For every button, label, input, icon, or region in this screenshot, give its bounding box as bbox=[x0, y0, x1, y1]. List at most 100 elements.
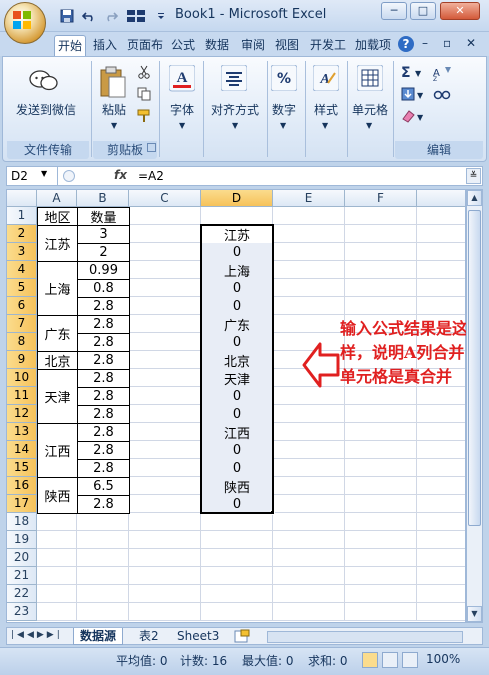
tab-page-layout[interactable]: 页面布 bbox=[124, 35, 166, 56]
paste-dropdown-icon[interactable]: ▼ bbox=[111, 121, 117, 130]
scroll-down-icon[interactable]: ▼ bbox=[467, 606, 482, 622]
undo-icon[interactable] bbox=[80, 7, 98, 25]
row-header-19[interactable]: 19 bbox=[7, 531, 37, 549]
insert-sheet-icon[interactable] bbox=[233, 629, 251, 647]
formula-expand-circle-icon[interactable] bbox=[63, 170, 75, 182]
column-header-b[interactable]: B bbox=[77, 190, 129, 207]
tab-developer[interactable]: 开发工 bbox=[307, 35, 349, 56]
ribbon-restore-button[interactable]: ▫ bbox=[443, 36, 451, 50]
cell-b7[interactable]: 2.8 bbox=[77, 315, 130, 334]
row-header-10[interactable]: 10 bbox=[7, 369, 37, 387]
redo-icon[interactable] bbox=[102, 7, 120, 25]
row-header-4[interactable]: 4 bbox=[7, 261, 37, 279]
select-all-corner[interactable] bbox=[7, 190, 37, 207]
row-header-8[interactable]: 8 bbox=[7, 333, 37, 351]
font-dropdown-icon[interactable]: ▼ bbox=[179, 121, 185, 130]
cell-a1-header[interactable]: 地区 bbox=[37, 207, 78, 226]
row-header-3[interactable]: 3 bbox=[7, 243, 37, 261]
merged-cell-a10[interactable]: 天津 bbox=[37, 369, 78, 424]
normal-view-icon[interactable] bbox=[362, 652, 378, 668]
cell-b2[interactable]: 3 bbox=[77, 225, 130, 244]
row-header-9[interactable]: 9 bbox=[7, 351, 37, 369]
cell-b4[interactable]: 0.99 bbox=[77, 261, 130, 280]
column-header-f[interactable]: F bbox=[345, 190, 417, 207]
help-icon[interactable]: ? bbox=[398, 36, 414, 52]
number-dropdown-icon[interactable]: ▼ bbox=[280, 121, 286, 130]
ribbon-minimize-button[interactable]: – bbox=[422, 36, 428, 50]
cell-b12[interactable]: 2.8 bbox=[77, 405, 130, 424]
scroll-thumb[interactable] bbox=[468, 210, 481, 526]
cell-b13[interactable]: 2.8 bbox=[77, 423, 130, 442]
row-header-16[interactable]: 16 bbox=[7, 477, 37, 495]
cell-b1-header[interactable]: 数量 bbox=[77, 207, 130, 226]
cell-b15[interactable]: 2.8 bbox=[77, 459, 130, 478]
autosum-icon[interactable]: Σ bbox=[401, 65, 411, 81]
clipboard-dialog-launcher-icon[interactable] bbox=[147, 143, 156, 152]
alignment-button[interactable]: 对齐方式 bbox=[205, 101, 265, 118]
row-header-1[interactable]: 1 bbox=[7, 207, 37, 225]
cell-b16[interactable]: 6.5 bbox=[77, 477, 130, 496]
cell-b6[interactable]: 2.8 bbox=[77, 297, 130, 316]
fill-icon[interactable] bbox=[401, 87, 415, 104]
row-header-18[interactable]: 18 bbox=[7, 513, 37, 531]
row-header-11[interactable]: 11 bbox=[7, 387, 37, 405]
cell-b3[interactable]: 2 bbox=[77, 243, 130, 262]
fill-dropdown-icon[interactable]: ▼ bbox=[417, 91, 423, 100]
row-header-6[interactable]: 6 bbox=[7, 297, 37, 315]
cell-b17[interactable]: 2.8 bbox=[77, 495, 130, 514]
worksheet-grid[interactable]: A B C D E F 1 2 3 4 5 6 7 8 9 10 11 12 13 14 15 16 17 18 1… bbox=[6, 189, 466, 623]
column-header-c[interactable]: C bbox=[129, 190, 201, 207]
row-header-2[interactable]: 2 bbox=[7, 225, 37, 243]
zoom-level[interactable]: 100% bbox=[426, 652, 460, 666]
formula-input[interactable]: =A2 bbox=[138, 168, 164, 184]
autosum-dropdown-icon[interactable]: ▼ bbox=[415, 69, 421, 78]
page-layout-view-icon[interactable] bbox=[382, 652, 398, 668]
cell-b8[interactable]: 2.8 bbox=[77, 333, 130, 352]
minimize-button[interactable]: ─ bbox=[381, 2, 407, 20]
name-box-dropdown-icon[interactable]: ▼ bbox=[41, 169, 47, 178]
page-break-view-icon[interactable] bbox=[402, 652, 418, 668]
tab-data[interactable]: 数据 bbox=[202, 35, 232, 56]
tab-formulas[interactable]: 公式 bbox=[168, 35, 198, 56]
column-header-d[interactable]: D bbox=[201, 190, 273, 207]
number-button[interactable]: 数字 bbox=[265, 101, 303, 118]
cells-button[interactable]: 单元格 bbox=[349, 101, 391, 118]
tab-review[interactable]: 审阅 bbox=[238, 35, 268, 56]
scroll-up-icon[interactable]: ▲ bbox=[467, 190, 482, 206]
row-header-12[interactable]: 12 bbox=[7, 405, 37, 423]
send-to-wechat-button[interactable]: 发送到微信 bbox=[11, 101, 81, 118]
styles-dropdown-icon[interactable]: ▼ bbox=[322, 121, 328, 130]
cell-b9[interactable]: 2.8 bbox=[77, 351, 130, 370]
expand-formula-bar-icon[interactable]: ≚ bbox=[466, 168, 481, 184]
copy-icon[interactable] bbox=[137, 87, 151, 104]
horizontal-scrollbar[interactable] bbox=[267, 631, 463, 643]
row-header-23[interactable]: 23 bbox=[7, 603, 37, 621]
insert-function-button[interactable]: fx bbox=[114, 168, 127, 182]
row-header-7[interactable]: 7 bbox=[7, 315, 37, 333]
find-select-icon[interactable] bbox=[433, 87, 453, 106]
merged-cell-a9[interactable]: 北京 bbox=[37, 351, 78, 370]
sheet-nav-arrows-icon[interactable]: |◀◀▶▶| bbox=[11, 630, 63, 640]
sort-filter-icon[interactable]: AZ bbox=[433, 65, 453, 84]
column-header-e[interactable]: E bbox=[273, 190, 345, 207]
tab-addins[interactable]: 加载项 bbox=[352, 35, 394, 56]
styles-button[interactable]: 样式 bbox=[307, 101, 345, 118]
cell-b5[interactable]: 0.8 bbox=[77, 279, 130, 298]
row-header-20[interactable]: 20 bbox=[7, 549, 37, 567]
sheet-tab-table2[interactable]: 表2 bbox=[133, 628, 165, 645]
row-header-21[interactable]: 21 bbox=[7, 567, 37, 585]
cell-b10[interactable]: 2.8 bbox=[77, 369, 130, 388]
sheet-tab-data-source[interactable]: 数据源 bbox=[73, 628, 124, 645]
format-painter-icon[interactable] bbox=[137, 109, 151, 126]
row-header-13[interactable]: 13 bbox=[7, 423, 37, 441]
row-header-14[interactable]: 14 bbox=[7, 441, 37, 459]
merged-cell-a7[interactable]: 广东 bbox=[37, 315, 78, 352]
tab-view[interactable]: 视图 bbox=[272, 35, 302, 56]
row-header-17[interactable]: 17 bbox=[7, 495, 37, 513]
row-header-15[interactable]: 15 bbox=[7, 459, 37, 477]
vertical-scrollbar[interactable]: ▲ ▼ bbox=[466, 189, 483, 623]
row-header-22[interactable]: 22 bbox=[7, 585, 37, 603]
restore-button[interactable]: □ bbox=[410, 2, 436, 20]
cut-icon[interactable] bbox=[137, 65, 151, 82]
clear-icon[interactable] bbox=[401, 109, 415, 126]
